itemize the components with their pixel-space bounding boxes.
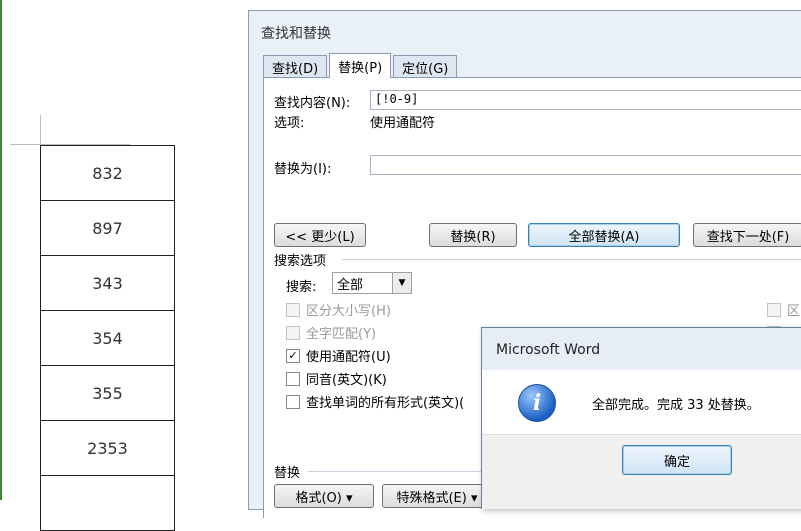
replace-with-label: 替换为(I): (274, 162, 332, 177)
options-label: 选项: (274, 116, 305, 131)
find-what-label: 查找内容(N): (274, 96, 351, 111)
use-wildcards-checkbox[interactable]: ✓ 使用通配符(U) (286, 346, 391, 365)
search-options-title: 搜索选项 (274, 254, 327, 269)
dialog-tabs: 查找(D) 替换(P) 定位(G) (263, 53, 459, 78)
sounds-like-checkbox[interactable]: 同音(英文)(K) (286, 369, 387, 388)
checkbox-box (286, 371, 300, 386)
checkmark-icon: ✓ (286, 348, 300, 363)
checkbox-box (767, 302, 781, 317)
table-cell[interactable]: 832 (40, 146, 175, 201)
tab-find[interactable]: 查找(D) (263, 55, 328, 78)
search-direction-label: 搜索: (286, 280, 317, 295)
table-cell[interactable]: 354 (40, 311, 175, 366)
replace-with-input[interactable] (370, 155, 801, 175)
replace-all-button[interactable]: 全部替换(A) (528, 223, 680, 247)
table-cell[interactable]: 897 (40, 201, 175, 256)
message-text: 全部完成。完成 33 处替换。 (592, 398, 760, 413)
search-direction-select[interactable]: 全部 ▼ (332, 272, 412, 294)
match-case-checkbox[interactable]: 区分大小写(H) (286, 300, 391, 319)
find-what-input[interactable]: [!0-9] (370, 90, 801, 110)
number-table: 832 897 343 354 355 2353 (40, 145, 175, 531)
info-icon: i (518, 384, 556, 422)
checkbox-label: 区分大小写(H) (306, 304, 391, 319)
special-format-button[interactable]: 特殊格式(E) ▾ (382, 484, 492, 508)
message-titlebar: Microsoft Word (482, 328, 801, 370)
replace-button[interactable]: 替换(R) (429, 223, 517, 247)
ok-button[interactable]: 确定 (622, 445, 732, 475)
checkbox-box (286, 394, 300, 409)
checkbox-label: 区 (787, 304, 801, 319)
dialog-title: 查找和替换 (261, 26, 331, 42)
less-button[interactable]: << 更少(L) (274, 223, 366, 247)
table-cell[interactable]: 355 (40, 366, 175, 421)
message-footer: 确定 (482, 434, 801, 509)
tab-goto[interactable]: 定位(G) (393, 55, 458, 78)
whole-word-checkbox[interactable]: 全字匹配(Y) (286, 323, 376, 342)
right-option-checkbox[interactable]: 区 (767, 300, 800, 319)
chevron-down-icon: ▼ (392, 273, 411, 293)
all-word-forms-checkbox[interactable]: 查找单词的所有形式(英文)( (286, 392, 464, 411)
tab-replace[interactable]: 替换(P) (329, 53, 392, 78)
replace-section-title: 替换 (274, 466, 301, 481)
section-divider (342, 259, 801, 260)
search-direction-value: 全部 (337, 277, 364, 293)
options-value: 使用通配符 (370, 116, 436, 131)
checkbox-label: 全字匹配(Y) (306, 327, 377, 342)
document-area: 832 897 343 354 355 2353 (0, 0, 260, 531)
completion-message-box: Microsoft Word i 全部完成。完成 33 处替换。 确定 (481, 327, 801, 509)
find-next-button[interactable]: 查找下一处(F) (693, 223, 801, 247)
checkbox-label: 使用通配符(U) (306, 350, 391, 365)
checkbox-label: 查找单词的所有形式(英文)( (306, 396, 465, 411)
table-cell[interactable]: 343 (40, 256, 175, 311)
table-cell[interactable] (40, 476, 175, 531)
checkbox-box (286, 302, 300, 317)
checkbox-box (286, 325, 300, 340)
format-button[interactable]: 格式(O) ▾ (274, 484, 374, 508)
table-cell[interactable]: 2353 (40, 421, 175, 476)
checkbox-label: 同音(英文)(K) (306, 373, 387, 388)
page-guide-line (40, 115, 41, 145)
message-title: Microsoft Word (496, 342, 601, 358)
